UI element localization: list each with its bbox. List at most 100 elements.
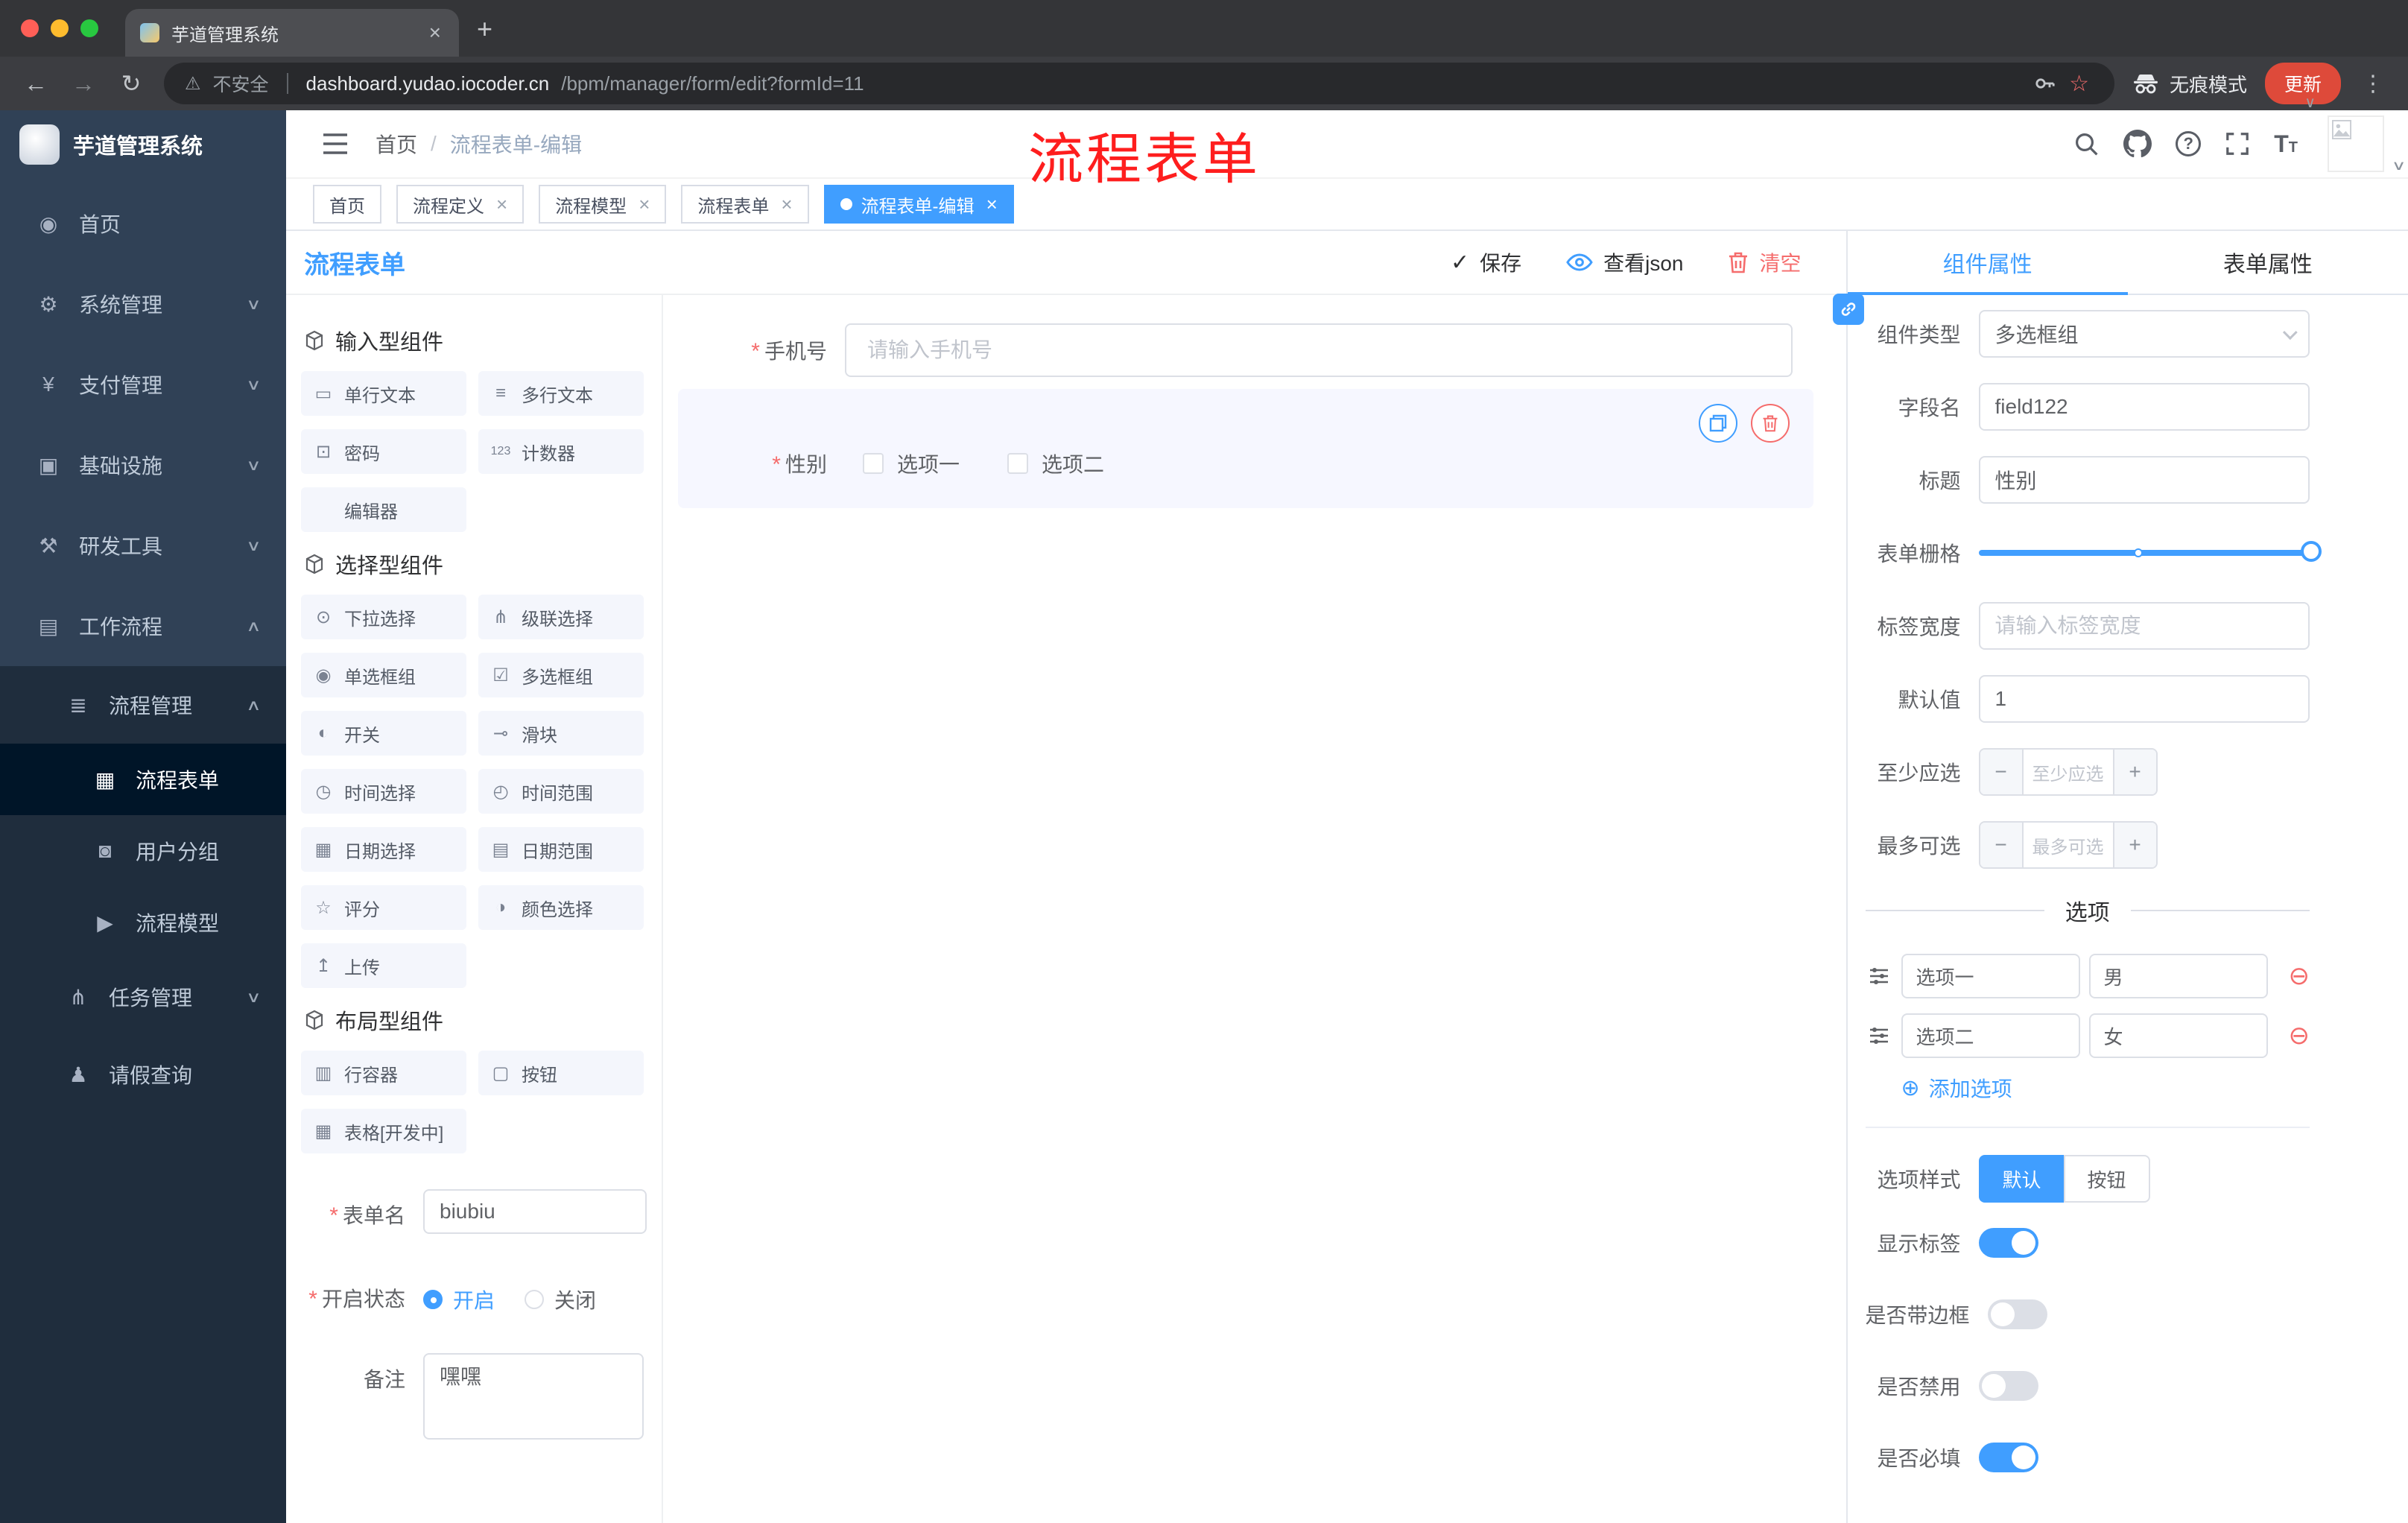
option-value-input[interactable] xyxy=(2088,954,2268,998)
github-icon[interactable] xyxy=(2123,130,2152,158)
border-switch[interactable] xyxy=(1987,1299,2047,1329)
disabled-switch[interactable] xyxy=(1978,1371,2038,1401)
tag-process-definition[interactable]: 流程定义 × xyxy=(396,185,525,224)
option-value-input[interactable] xyxy=(2088,1013,2268,1058)
sidebar-item-payment-management[interactable]: ¥ 支付管理 ∨ xyxy=(0,344,286,425)
key-icon[interactable] xyxy=(2033,72,2057,95)
tag-home[interactable]: 首页 xyxy=(313,185,381,224)
gender-checkbox-option2[interactable]: 选项二 xyxy=(1007,449,1104,478)
save-button[interactable]: ✓ 保存 xyxy=(1451,247,1521,277)
delete-widget-button[interactable] xyxy=(1750,404,1790,443)
view-json-button[interactable]: 查看json xyxy=(1566,247,1683,277)
close-tag-icon[interactable]: × xyxy=(639,193,650,216)
drag-handle-icon[interactable] xyxy=(1866,967,1892,985)
min-select-stepper[interactable]: − 至少应选 + xyxy=(1978,748,2158,796)
increase-button[interactable]: + xyxy=(2112,750,2156,794)
sidebar-item-process-form[interactable]: ▦ 流程表单 xyxy=(0,744,286,815)
update-button[interactable]: 更新 xyxy=(2264,63,2341,104)
palette-item-date-picker[interactable]: ▦ 日期选择 xyxy=(301,827,466,872)
address-bar[interactable]: ⚠ 不安全 dashboard.yudao.iocoder.cn /bpm/ma… xyxy=(164,63,2114,104)
palette-item-time-picker[interactable]: ◷ 时间选择 xyxy=(301,769,466,814)
option-label-input[interactable] xyxy=(1901,954,2080,998)
palette-item-button[interactable]: ▢ 按钮 xyxy=(478,1051,644,1095)
sidebar-item-process-model[interactable]: ▶ 流程模型 xyxy=(0,887,286,958)
tab-form-props[interactable]: 表单属性 xyxy=(2128,231,2408,294)
palette-item-date-range[interactable]: ▤ 日期范围 xyxy=(478,827,644,872)
help-icon[interactable]: ? xyxy=(2176,131,2202,156)
required-switch[interactable] xyxy=(1978,1443,2038,1472)
sidebar-item-system-management[interactable]: ⚙ 系统管理 ∨ xyxy=(0,264,286,344)
form-grid-slider[interactable] xyxy=(1978,529,2322,577)
fullscreen-icon[interactable] xyxy=(2225,131,2250,156)
stepper-placeholder[interactable]: 至少应选 xyxy=(2024,750,2113,794)
close-tag-icon[interactable]: × xyxy=(986,193,998,216)
component-type-select[interactable]: 多选框组 xyxy=(1978,310,2310,358)
option-label-input[interactable] xyxy=(1901,1013,2080,1058)
minimize-window-button[interactable] xyxy=(51,19,69,37)
new-tab-button[interactable]: + xyxy=(477,13,492,45)
palette-item-single-line-text[interactable]: ▭ 单行文本 xyxy=(301,371,466,416)
back-button[interactable]: ← xyxy=(21,70,51,98)
tag-process-form[interactable]: 流程表单 × xyxy=(681,185,809,224)
decrease-button[interactable]: − xyxy=(1980,750,2024,794)
palette-item-time-range[interactable]: ◴ 时间范围 xyxy=(478,769,644,814)
decrease-button[interactable]: − xyxy=(1980,823,2024,867)
browser-menu-icon[interactable]: ⋮ xyxy=(2359,71,2387,97)
chevron-down-icon[interactable]: ∨ xyxy=(2304,93,2316,112)
palette-item-select[interactable]: ⊙ 下拉选择 xyxy=(301,595,466,639)
drag-handle-icon[interactable] xyxy=(1866,1027,1892,1045)
palette-item-row-container[interactable]: ▥ 行容器 xyxy=(301,1051,466,1095)
tag-process-form-edit[interactable]: 流程表单-编辑 × xyxy=(823,185,1014,224)
form-remark-textarea[interactable]: 嘿嘿 xyxy=(423,1353,644,1440)
font-size-icon[interactable]: TT xyxy=(2274,130,2298,158)
close-tag-icon[interactable]: × xyxy=(496,193,507,216)
palette-item-radio-group[interactable]: ◉ 单选框组 xyxy=(301,653,466,697)
slider-track[interactable] xyxy=(1978,541,2322,562)
close-tab-icon[interactable]: × xyxy=(426,21,444,45)
palette-item-editor[interactable]: 编辑器 xyxy=(301,487,466,532)
palette-item-slider[interactable]: ⊸ 滑块 xyxy=(478,711,644,756)
reload-button[interactable]: ↻ xyxy=(116,69,146,98)
slider-handle[interactable] xyxy=(2301,541,2322,562)
avatar[interactable]: ∨ xyxy=(2328,115,2406,173)
sidebar-item-task-management[interactable]: ⋔ 任务管理 ∨ xyxy=(0,958,286,1036)
tab-component-props[interactable]: 组件属性 xyxy=(1847,231,2129,295)
selected-widget-gender[interactable]: * 性别 选项一 选项二 xyxy=(678,389,1813,508)
form-name-input[interactable] xyxy=(423,1189,647,1234)
menu-fold-icon[interactable] xyxy=(322,133,349,155)
palette-item-checkbox-group[interactable]: ☑ 多选框组 xyxy=(478,653,644,697)
increase-button[interactable]: + xyxy=(2112,823,2156,867)
tag-process-model[interactable]: 流程模型 × xyxy=(539,185,667,224)
sidebar-item-home[interactable]: ◉ 首页 xyxy=(0,183,286,264)
phone-field[interactable]: * 手机号 xyxy=(678,323,1813,377)
style-default-button[interactable]: 默认 xyxy=(1978,1155,2064,1203)
zoom-window-button[interactable] xyxy=(80,19,98,37)
breadcrumb-home[interactable]: 首页 xyxy=(376,129,417,159)
field-name-input[interactable] xyxy=(1978,383,2310,431)
gender-checkbox-option1[interactable]: 选项一 xyxy=(863,449,960,478)
palette-item-switch[interactable]: ◐ 开关 xyxy=(301,711,466,756)
remove-option-button[interactable]: ⊖ xyxy=(2289,1023,2310,1048)
sidebar-item-workflow[interactable]: ▤ 工作流程 ∧ xyxy=(0,586,286,666)
status-radio-enabled[interactable]: 开启 xyxy=(423,1285,495,1314)
sidebar-item-process-management[interactable]: ≣ 流程管理 ∧ xyxy=(0,666,286,744)
sidebar-item-leave-query[interactable]: ♟ 请假查询 xyxy=(0,1036,286,1113)
search-icon[interactable] xyxy=(2073,130,2100,157)
palette-item-upload[interactable]: ↥ 上传 xyxy=(301,943,466,988)
bookmark-star-icon[interactable]: ☆ xyxy=(2069,71,2089,97)
palette-item-table[interactable]: ▦ 表格[开发中] xyxy=(301,1109,466,1153)
stepper-placeholder[interactable]: 最多可选 xyxy=(2024,823,2113,867)
palette-item-counter[interactable]: 123 计数器 xyxy=(478,429,644,474)
link-badge[interactable] xyxy=(1832,294,1864,325)
forward-button[interactable]: → xyxy=(69,70,98,98)
show-label-switch[interactable] xyxy=(1978,1228,2038,1258)
sidebar-item-user-group[interactable]: ◙ 用户分组 xyxy=(0,815,286,887)
default-value-input[interactable] xyxy=(1978,675,2310,723)
palette-item-multi-line-text[interactable]: ≡ 多行文本 xyxy=(478,371,644,416)
label-width-input[interactable] xyxy=(1978,602,2310,650)
palette-item-cascader[interactable]: ⋔ 级联选择 xyxy=(478,595,644,639)
title-input[interactable] xyxy=(1978,456,2310,504)
phone-input[interactable] xyxy=(845,323,1793,377)
remove-option-button[interactable]: ⊖ xyxy=(2289,963,2310,989)
clear-button[interactable]: 清空 xyxy=(1728,247,1802,277)
